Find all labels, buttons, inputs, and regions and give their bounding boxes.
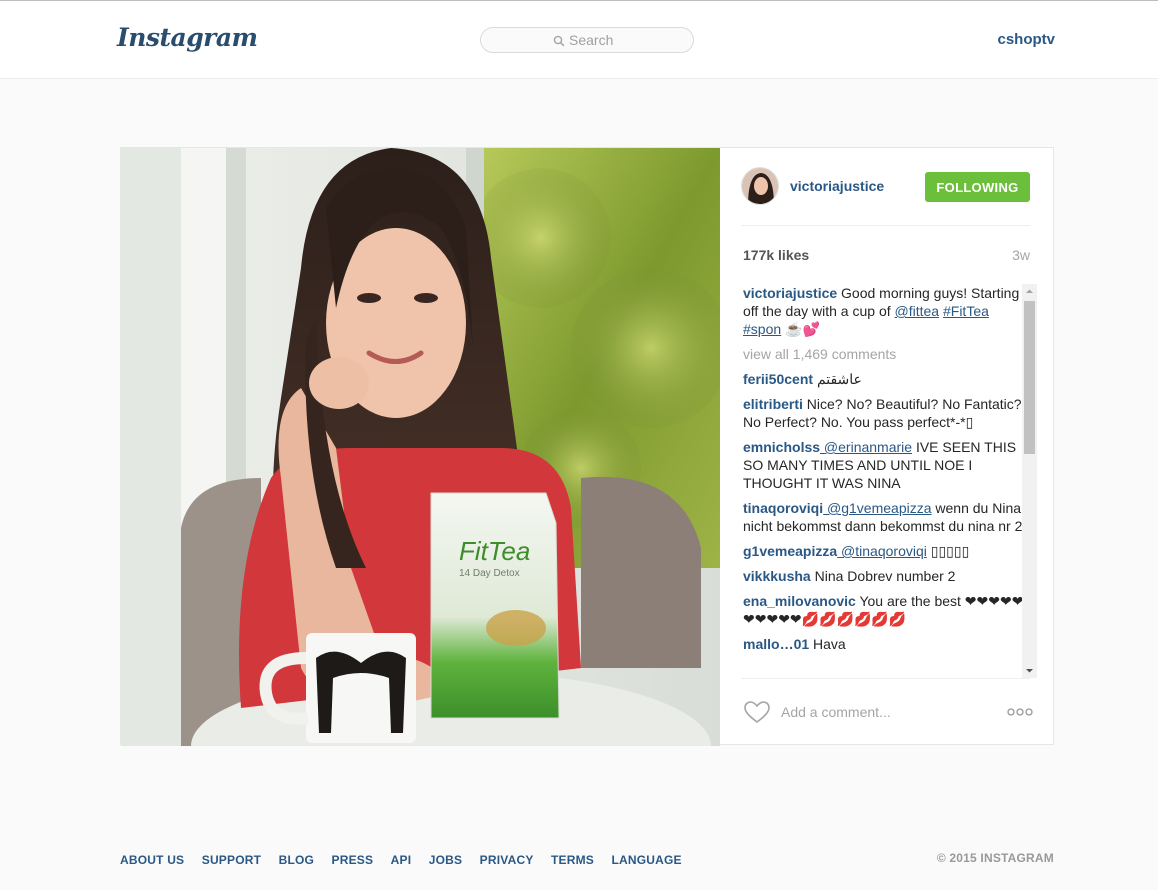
footer-link-api[interactable]: API [391, 853, 412, 867]
add-comment-input[interactable] [781, 701, 961, 723]
product-sub-text: 14 Day Detox [459, 568, 520, 579]
comment-item: tinaqoroviqi @g1vemeapizza wenn du Nina … [743, 499, 1027, 535]
comment-mention[interactable]: @erinanmarie [820, 439, 912, 455]
footer-link-privacy[interactable]: PRIVACY [480, 853, 534, 867]
post-photo[interactable]: FitTea 14 Day Detox [121, 148, 720, 746]
comments-scroll-area[interactable]: victoriajustice Good morning guys! Start… [743, 284, 1037, 678]
comment-item: g1vemeapizza @tinaqoroviqi ▯▯▯▯▯ [743, 542, 1027, 560]
divider [741, 225, 1030, 226]
comment-item: elitriberti Nice? No? Beautiful? No Fant… [743, 395, 1027, 431]
scroll-down-arrow-icon[interactable] [1022, 663, 1037, 678]
search-box[interactable] [480, 27, 694, 53]
comment-user[interactable]: elitriberti [743, 396, 803, 412]
instagram-logo[interactable]: Instagram [117, 23, 258, 52]
comment-item: mallo…01 Hava [743, 635, 1027, 653]
footer-link-press[interactable]: PRESS [332, 853, 374, 867]
comment-text: عاشقتم [813, 371, 862, 387]
following-button[interactable]: FOLLOWING [925, 172, 1030, 202]
header-bar: Instagram cshoptv [0, 1, 1158, 79]
copyright: © 2015 INSTAGRAM [936, 851, 1054, 865]
comments-scrollbar[interactable] [1022, 284, 1037, 678]
heart-outline-icon[interactable] [743, 700, 771, 724]
more-options-icon[interactable] [1007, 706, 1033, 718]
caption-emoji: ☕💕 [781, 321, 820, 337]
search-input[interactable] [569, 31, 679, 49]
caption-mention[interactable]: @fittea [895, 303, 940, 319]
comment-item: emnicholss @erinanmarie IVE SEEN THIS SO… [743, 438, 1027, 492]
footer-nav: ABOUT US SUPPORT BLOG PRESS API JOBS PRI… [120, 851, 695, 869]
owner-avatar[interactable] [741, 167, 779, 205]
post-age[interactable]: 3w [1012, 247, 1030, 263]
comments-list: victoriajustice Good morning guys! Start… [743, 284, 1027, 660]
comment-user[interactable]: tinaqoroviqi [743, 500, 823, 516]
post-card: FitTea 14 Day Detox victoriajustice FOLL… [120, 147, 1055, 746]
avatar-image [742, 168, 778, 204]
footer-link-support[interactable]: SUPPORT [202, 853, 261, 867]
footer-link-jobs[interactable]: JOBS [429, 853, 462, 867]
view-all-comments-link[interactable]: view all 1,469 comments [743, 345, 1027, 363]
footer-link-blog[interactable]: BLOG [279, 853, 314, 867]
scroll-up-arrow-icon[interactable] [1022, 284, 1037, 299]
divider [741, 678, 1030, 679]
comment-user[interactable]: g1vemeapizza [743, 543, 837, 559]
post-sidebar: victoriajustice FOLLOWING 177k likes 3w … [720, 148, 1055, 746]
comment-text: Nina Dobrev number 2 [810, 568, 956, 584]
comment-user[interactable]: mallo…01 [743, 636, 809, 652]
comment-user[interactable]: vikkkusha [743, 568, 811, 584]
product-brand-text: FitTea [459, 536, 530, 566]
likes-count[interactable]: 177k likes [743, 247, 809, 263]
caption-user[interactable]: victoriajustice [743, 285, 837, 301]
owner-username[interactable]: victoriajustice [790, 178, 884, 194]
current-user-link[interactable]: cshoptv [997, 31, 1055, 48]
comment-user[interactable]: ferii50cent [743, 371, 813, 387]
footer-link-about-us[interactable]: ABOUT US [120, 853, 184, 867]
caption: victoriajustice Good morning guys! Start… [743, 284, 1027, 338]
scrollbar-thumb[interactable] [1024, 301, 1035, 454]
comment-user[interactable]: ena_milovanovic [743, 593, 856, 609]
comment-item: ferii50cent عاشقتم [743, 370, 1027, 388]
search-icon [553, 35, 565, 47]
comment-user[interactable]: emnicholss [743, 439, 820, 455]
comment-item: ena_milovanovic You are the best ❤❤❤❤❤❤❤… [743, 592, 1027, 628]
comment-mention[interactable]: @g1vemeapizza [823, 500, 932, 516]
comment-text: ▯▯▯▯▯ [926, 543, 970, 559]
comment-text: Hava [809, 636, 846, 652]
comment-mention[interactable]: @tinaqoroviqi [837, 543, 927, 559]
comment-item: vikkkusha Nina Dobrev number 2 [743, 567, 1027, 585]
footer-link-language[interactable]: LANGUAGE [611, 853, 681, 867]
footer-link-terms[interactable]: TERMS [551, 853, 594, 867]
post-photo-image: FitTea 14 Day Detox [121, 148, 720, 746]
